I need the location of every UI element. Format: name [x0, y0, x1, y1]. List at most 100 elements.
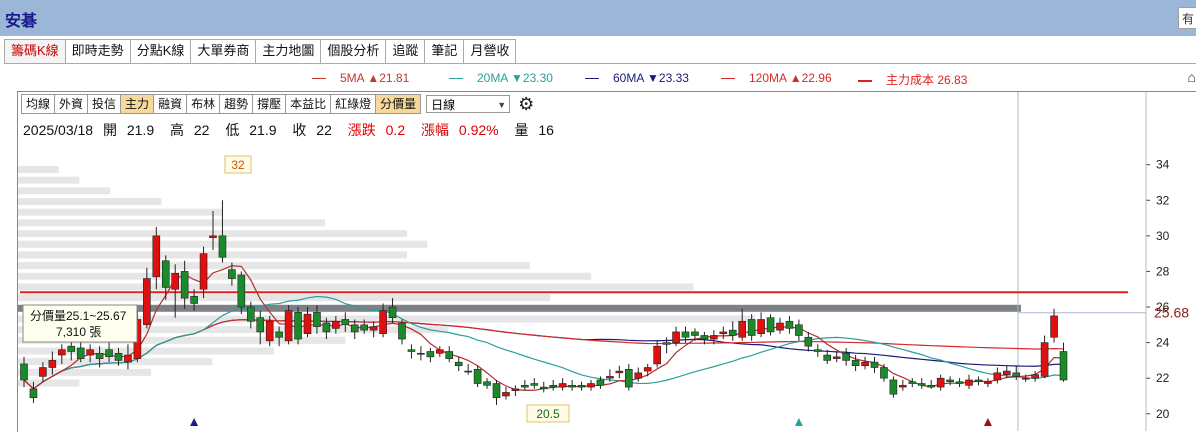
- candle-body: [823, 354, 832, 361]
- candle-body: [199, 253, 208, 290]
- candle-body: [927, 385, 936, 388]
- candle-body: [114, 352, 123, 361]
- y-tick-label: 22: [1156, 371, 1170, 385]
- candle-body: [275, 331, 283, 338]
- candle-body: [1021, 377, 1030, 380]
- info-pct-label: 漲幅: [421, 122, 449, 138]
- candle-body: [984, 381, 992, 384]
- toolbar-button-4[interactable]: 融資: [153, 94, 188, 114]
- candle-body: [587, 383, 595, 388]
- candle-body: [700, 335, 709, 340]
- toolbar-button-1[interactable]: 外資: [54, 94, 89, 114]
- candle-body: [813, 349, 822, 352]
- candle-body: [738, 320, 747, 338]
- candle-body: [719, 331, 728, 335]
- toolbar-button-6[interactable]: 趨勢: [219, 94, 254, 114]
- candle-body: [124, 354, 132, 363]
- candle-body: [691, 331, 699, 336]
- candle-body: [350, 324, 359, 333]
- candle-body: [955, 381, 964, 384]
- candlestick-chart[interactable]: 20222426283032343220.525.68分價量25.1~25.67…: [0, 0, 1196, 431]
- candle-body: [322, 322, 331, 333]
- volume-profile-bar: [18, 283, 694, 291]
- candle-body: [209, 235, 217, 238]
- volume-profile-bar: [18, 251, 407, 259]
- candle-body: [511, 388, 520, 391]
- chart-toolbar: 均線 外資 投信 主力 融資 布林 趨勢 撐壓 本益比 紅綠燈 分價量 日線 ▼ ⚙: [21, 94, 534, 114]
- info-change-label: 漲跌: [347, 122, 376, 138]
- signal-marker: [983, 418, 992, 426]
- candle-body: [360, 324, 369, 331]
- candle-body: [265, 320, 274, 342]
- candle-body: [917, 383, 926, 386]
- candle-body: [228, 269, 236, 279]
- candle-body: [388, 306, 397, 318]
- signal-marker: [794, 418, 803, 426]
- candle-body: [643, 367, 652, 372]
- candle-body: [105, 349, 113, 358]
- candle-body: [842, 352, 850, 361]
- candle-body: [672, 331, 680, 343]
- candle-body: [558, 383, 567, 388]
- candle-body: [1031, 374, 1039, 379]
- candle-body: [332, 320, 340, 329]
- info-high: 22: [193, 122, 210, 138]
- info-open: 21.9: [126, 122, 155, 138]
- candle-body: [247, 306, 255, 322]
- candle-body: [445, 351, 454, 359]
- candle-body: [1012, 372, 1021, 377]
- candle-body: [190, 296, 198, 304]
- candle-body: [284, 310, 293, 342]
- volume-tooltip: 分價量25.1~25.67 7,310 張: [22, 304, 138, 343]
- candle-body: [530, 383, 539, 386]
- candle-body: [313, 312, 321, 327]
- volume-profile-bar: [18, 304, 1021, 312]
- candle-body: [171, 272, 179, 290]
- candle-body: [180, 271, 189, 299]
- period-select[interactable]: 日線 ▼: [426, 95, 511, 113]
- volume-profile-bar: [18, 219, 326, 227]
- toolbar-button-5[interactable]: 布林: [186, 94, 221, 114]
- candle-body: [965, 379, 973, 386]
- candle-body: [1002, 370, 1011, 375]
- candle-body: [946, 379, 954, 383]
- candle-body: [48, 360, 57, 368]
- toolbar-button-10[interactable]: 分價量: [375, 94, 422, 114]
- volume-profile-bar: [18, 187, 111, 195]
- info-date: 2025/03/18: [23, 122, 94, 138]
- candle-body: [161, 260, 170, 288]
- toolbar-button-3[interactable]: 主力: [120, 94, 155, 114]
- candle-body: [747, 319, 756, 336]
- candle-body: [426, 351, 435, 358]
- candle-body: [67, 345, 76, 352]
- toolbar-button-2[interactable]: 投信: [87, 94, 122, 114]
- high-marker-label: 32: [231, 158, 245, 172]
- candle-body: [1059, 351, 1068, 381]
- volume-profile-bar: [18, 272, 592, 280]
- candle-body: [615, 370, 624, 374]
- candle-body: [832, 356, 841, 359]
- candle-body: [568, 385, 576, 388]
- candle-body: [464, 370, 472, 373]
- volume-profile-bar: [18, 368, 152, 376]
- y-tick-label: 30: [1156, 229, 1170, 243]
- gear-icon[interactable]: ⚙: [518, 95, 534, 113]
- candle-body: [256, 317, 265, 333]
- candle-body: [766, 317, 775, 333]
- toolbar-button-0[interactable]: 均線: [21, 94, 56, 114]
- toolbar-button-8[interactable]: 本益比: [285, 94, 332, 114]
- candle-body: [521, 385, 529, 388]
- toolbar-button-9[interactable]: 紅綠燈: [330, 94, 377, 114]
- candle-body: [596, 379, 605, 386]
- toolbar-button-7[interactable]: 撐壓: [252, 94, 287, 114]
- candle-body: [454, 361, 463, 367]
- candle-body: [143, 278, 151, 326]
- period-select-value: 日線: [431, 98, 456, 112]
- candle-body: [1040, 342, 1049, 377]
- candle-body: [417, 352, 425, 355]
- candle-body: [369, 326, 378, 331]
- y-tick-label: 34: [1156, 158, 1170, 172]
- candle-body: [606, 376, 614, 379]
- candle-body: [889, 379, 898, 395]
- candle-body: [785, 320, 794, 329]
